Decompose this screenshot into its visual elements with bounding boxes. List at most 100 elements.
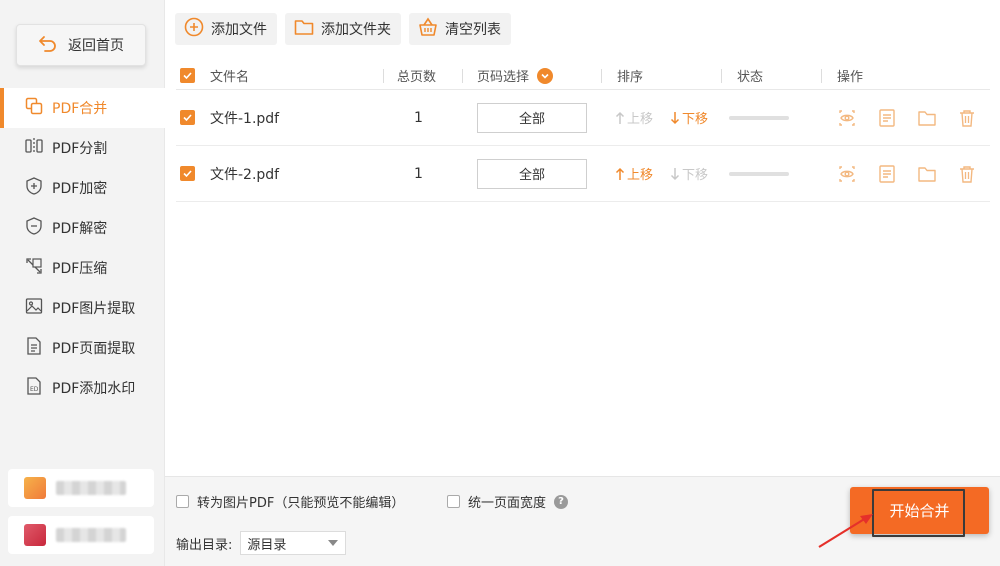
move-up-button[interactable]: 上移 <box>615 108 653 127</box>
clear-list-label: 清空列表 <box>445 22 501 38</box>
header-page-select-group[interactable]: 页码选择 <box>477 66 554 85</box>
image-icon <box>24 296 44 320</box>
move-up-label: 上移 <box>627 168 654 183</box>
header-page-select: 页码选择 <box>477 70 530 85</box>
promo-app-name-blurred <box>56 528 126 542</box>
output-dir-value: 源目录 <box>247 537 287 553</box>
basket-icon <box>417 16 439 42</box>
sidebar-item-pdf-image-extract[interactable]: PDF图片提取 <box>0 288 165 328</box>
sidebar-item-pdf-watermark[interactable]: ED PDF添加水印 <box>0 368 165 408</box>
preview-eye-icon[interactable] <box>836 163 858 185</box>
sidebar-item-pdf-encrypt[interactable]: PDF加密 <box>0 168 165 208</box>
shield-minus-icon <box>24 216 44 240</box>
header-divider <box>383 69 384 83</box>
header-pages: 总页数 <box>397 70 437 85</box>
sidebar-item-pdf-compress[interactable]: PDF压缩 <box>0 248 165 288</box>
header-divider <box>821 69 822 83</box>
sidebar-item-label: PDF加密 <box>52 181 108 197</box>
sidebar-nav: PDF合并 PDF分割 PDF加密 PDF解密 PDF压缩 PDF图片提取 PD… <box>0 88 165 408</box>
sidebar-item-label: PDF图片提取 <box>52 301 136 317</box>
row-filename: 文件-2.pdf <box>210 166 280 183</box>
document-details-icon[interactable] <box>876 163 898 185</box>
add-file-button[interactable]: 添加文件 <box>175 13 277 45</box>
status-progress-bar <box>729 171 789 176</box>
promo-app-2[interactable] <box>8 516 154 554</box>
page-select-dropdown[interactable]: 全部 <box>477 102 587 133</box>
split-icon <box>24 136 44 160</box>
add-file-label: 添加文件 <box>211 22 267 38</box>
back-home-button[interactable]: 返回首页 <box>16 24 146 66</box>
move-down-label: 下移 <box>682 168 709 183</box>
promo-app-logo <box>24 477 46 499</box>
uniform-width-label: 统一页面宽度 <box>468 496 547 511</box>
chevron-down-icon[interactable] <box>537 67 554 84</box>
back-arrow-icon <box>38 33 58 57</box>
promo-app-logo <box>24 524 46 546</box>
start-merge-button[interactable]: 开始合并 <box>850 487 989 537</box>
watermark-icon: ED <box>24 376 44 400</box>
header-divider <box>462 69 463 83</box>
to-image-pdf-checkbox[interactable] <box>176 495 189 508</box>
select-all-checkbox[interactable] <box>180 68 195 83</box>
promo-app-name-blurred <box>56 481 126 495</box>
delete-trash-icon[interactable] <box>956 163 978 185</box>
arrow-down-icon <box>670 111 680 124</box>
header-sort: 排序 <box>617 70 644 85</box>
sidebar-item-label: PDF添加水印 <box>52 381 136 397</box>
sidebar-item-pdf-page-extract[interactable]: PDF页面提取 <box>0 328 165 368</box>
shield-plus-icon <box>24 176 44 200</box>
delete-trash-icon[interactable] <box>956 107 978 129</box>
help-icon[interactable]: ? <box>554 494 569 509</box>
sidebar-item-pdf-decrypt[interactable]: PDF解密 <box>0 208 165 248</box>
triangle-down-icon <box>328 540 339 546</box>
row-checkbox[interactable] <box>180 110 195 125</box>
to-image-pdf-label: 转为图片PDF（只能预览不能编辑） <box>197 496 405 511</box>
table-row: 文件-2.pdf 1 全部 上移 下移 <box>176 146 990 202</box>
folder-icon <box>293 16 315 42</box>
sidebar-item-label: PDF页面提取 <box>52 341 136 357</box>
back-home-label: 返回首页 <box>68 38 124 54</box>
table-row: 文件-1.pdf 1 全部 上移 下移 <box>176 90 990 146</box>
row-pages: 1 <box>414 165 423 182</box>
uniform-width-checkbox[interactable] <box>447 495 460 508</box>
add-folder-button[interactable]: 添加文件夹 <box>285 13 401 45</box>
sidebar-item-pdf-split[interactable]: PDF分割 <box>0 128 165 168</box>
promo-app-1[interactable] <box>8 469 154 507</box>
arrow-up-icon <box>615 167 625 180</box>
open-folder-icon[interactable] <box>916 107 938 129</box>
highlight-box <box>872 489 965 537</box>
to-image-pdf-option[interactable]: 转为图片PDF（只能预览不能编辑） <box>176 492 404 511</box>
merge-icon <box>24 96 44 120</box>
move-up-label: 上移 <box>627 112 654 127</box>
clear-list-button[interactable]: 清空列表 <box>409 13 511 45</box>
header-divider <box>601 69 602 83</box>
header-filename: 文件名 <box>210 70 250 85</box>
move-down-button[interactable]: 下移 <box>670 108 708 127</box>
open-folder-icon[interactable] <box>916 163 938 185</box>
uniform-width-option[interactable]: 统一页面宽度 ? <box>447 492 569 511</box>
table-header: 文件名 总页数 页码选择 排序 状态 操作 <box>176 62 990 90</box>
output-dir-select[interactable]: 源目录 <box>240 531 347 555</box>
move-up-button[interactable]: 上移 <box>615 164 653 183</box>
document-details-icon[interactable] <box>876 107 898 129</box>
compress-icon <box>24 256 44 280</box>
row-checkbox[interactable] <box>180 166 195 181</box>
move-down-button[interactable]: 下移 <box>670 164 708 183</box>
row-filename: 文件-1.pdf <box>210 110 280 127</box>
header-status: 状态 <box>737 70 764 85</box>
sidebar-item-label: PDF合并 <box>52 101 108 117</box>
toolbar: 添加文件 添加文件夹 清空列表 <box>175 13 511 45</box>
sidebar-item-label: PDF压缩 <box>52 261 108 277</box>
sidebar: 返回首页 PDF合并 PDF分割 PDF加密 PDF解密 PDF压缩 PDF图片… <box>0 0 165 566</box>
output-dir-label: 输出目录: <box>176 537 233 553</box>
status-progress-bar <box>729 115 789 120</box>
sidebar-item-label: PDF分割 <box>52 141 108 157</box>
svg-text:ED: ED <box>30 386 39 393</box>
arrow-down-icon <box>670 167 680 180</box>
file-table: 文件名 总页数 页码选择 排序 状态 操作 文件-1.pdf 1 全部 上移 下… <box>176 62 990 202</box>
sidebar-item-label: PDF解密 <box>52 221 108 237</box>
sidebar-item-pdf-merge[interactable]: PDF合并 <box>0 88 165 128</box>
preview-eye-icon[interactable] <box>836 107 858 129</box>
page-select-dropdown[interactable]: 全部 <box>477 158 587 189</box>
header-actions: 操作 <box>837 70 864 85</box>
